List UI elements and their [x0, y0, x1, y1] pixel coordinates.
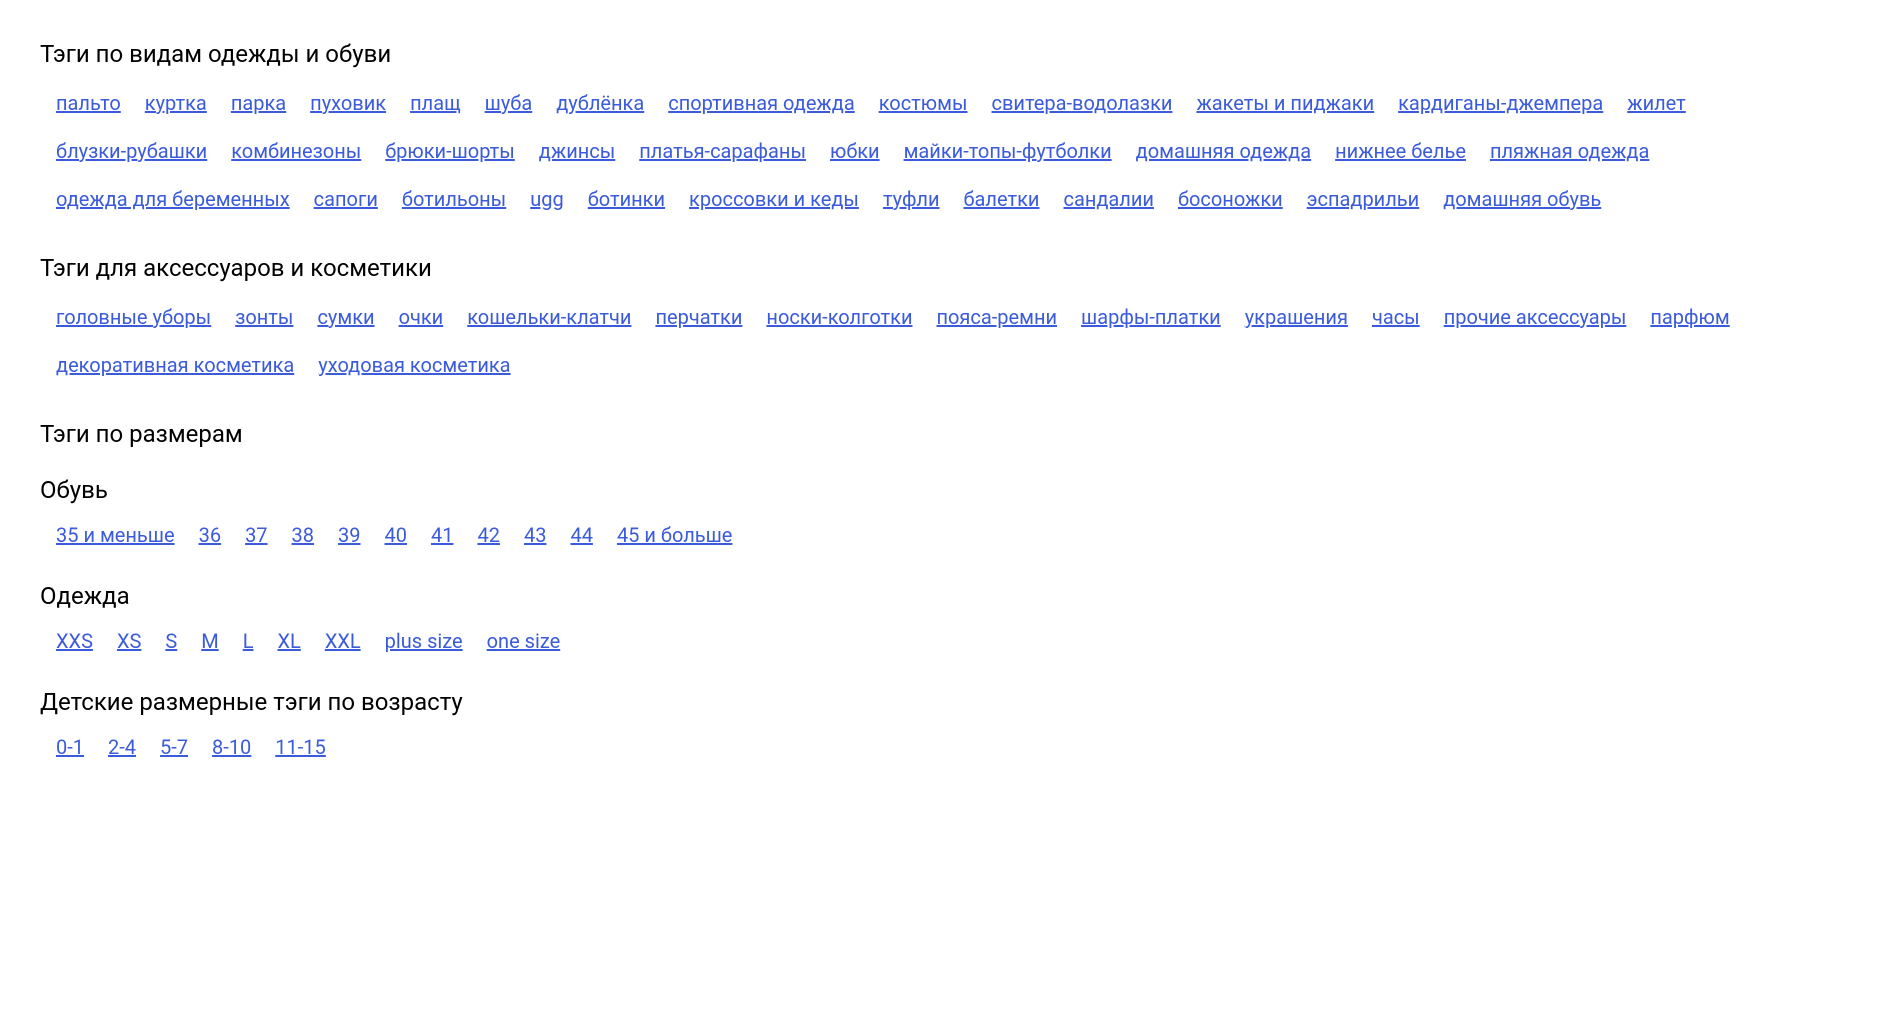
tag-link[interactable]: M	[201, 622, 218, 660]
tag-link[interactable]: парфюм	[1650, 298, 1729, 336]
tag-link[interactable]: уходовая косметика	[318, 346, 510, 384]
tag-link[interactable]: one size	[487, 622, 561, 660]
tag-link[interactable]: XL	[278, 622, 301, 660]
tag-link[interactable]: plus size	[385, 622, 463, 660]
tag-link[interactable]: кардиганы-джемпера	[1398, 84, 1603, 122]
heading-sizes: Тэги по размерам	[40, 420, 1850, 448]
tag-link[interactable]: жилет	[1627, 84, 1686, 122]
tag-link[interactable]: шуба	[485, 84, 533, 122]
tag-link[interactable]: 39	[338, 516, 360, 554]
tag-link[interactable]: шарфы-платки	[1081, 298, 1221, 336]
tag-link[interactable]: XXS	[56, 622, 93, 660]
tag-link[interactable]: кошельки-клатчи	[467, 298, 631, 336]
tag-list-clothing-shoes: пальто куртка парка пуховик плащ шуба дублёнка…	[40, 84, 1850, 218]
tag-link[interactable]: прочие аксессуары	[1444, 298, 1627, 336]
tag-link[interactable]: L	[243, 622, 254, 660]
tag-link[interactable]: плащ	[410, 84, 461, 122]
tag-list-shoes: 35 и меньше 36 37 38 39 40 41 42 43 44 45 и больше	[40, 516, 1850, 554]
tag-link[interactable]: 35 и меньше	[56, 516, 175, 554]
tag-link[interactable]: парка	[231, 84, 286, 122]
tag-link[interactable]: джинсы	[539, 132, 615, 170]
tag-link[interactable]: юбки	[830, 132, 880, 170]
subheading-clothing: Одежда	[40, 582, 1850, 610]
tag-link[interactable]: часы	[1372, 298, 1420, 336]
tag-link[interactable]: эспадрильи	[1307, 180, 1419, 218]
tag-link[interactable]: 2-4	[108, 728, 136, 766]
tag-link[interactable]: сапоги	[314, 180, 378, 218]
tag-link[interactable]: майки-топы-футболки	[904, 132, 1112, 170]
tag-link[interactable]: свитера-водолазки	[992, 84, 1173, 122]
tag-link[interactable]: комбинезоны	[231, 132, 361, 170]
tag-link[interactable]: кроссовки и кеды	[689, 180, 859, 218]
tag-link[interactable]: ботильоны	[402, 180, 506, 218]
tag-link[interactable]: 5-7	[160, 728, 188, 766]
tag-link[interactable]: головные уборы	[56, 298, 211, 336]
tag-link[interactable]: босоножки	[1178, 180, 1283, 218]
tag-link[interactable]: 44	[570, 516, 592, 554]
tag-link[interactable]: украшения	[1245, 298, 1348, 336]
tag-link[interactable]: носки-колготки	[766, 298, 912, 336]
tag-link[interactable]: сандалии	[1063, 180, 1153, 218]
tag-link[interactable]: костюмы	[879, 84, 968, 122]
tag-link[interactable]: S	[165, 622, 177, 660]
tag-link[interactable]: 41	[431, 516, 453, 554]
tag-link[interactable]: туфли	[883, 180, 940, 218]
tag-link[interactable]: 38	[292, 516, 314, 554]
tag-list-kids: 0-1 2-4 5-7 8-10 11-15	[40, 728, 1850, 766]
tag-link[interactable]: блузки-рубашки	[56, 132, 207, 170]
section-clothing-shoes: Тэги по видам одежды и обуви пальто куртк…	[40, 40, 1850, 218]
tag-link[interactable]: зонты	[235, 298, 293, 336]
tag-list-clothing: XXS XS SML XL XXL plus size one size	[40, 622, 1850, 660]
tag-list-accessories-cosmetics: головные уборы зонты сумки очки кошельки-кла…	[40, 298, 1850, 384]
tag-link[interactable]: платья-сарафаны	[639, 132, 806, 170]
tag-link[interactable]: 8-10	[212, 728, 251, 766]
tag-link[interactable]: жакеты и пиджаки	[1196, 84, 1374, 122]
tag-link[interactable]: пальто	[56, 84, 121, 122]
tag-link[interactable]: XS	[117, 622, 141, 660]
tag-link[interactable]: пляжная одежда	[1490, 132, 1649, 170]
tag-link[interactable]: 36	[199, 516, 221, 554]
tag-link[interactable]: домашняя обувь	[1443, 180, 1601, 218]
tag-link[interactable]: декоративная косметика	[56, 346, 294, 384]
subheading-kids: Детские размерные тэги по возрасту	[40, 688, 1850, 716]
tag-link[interactable]: 11-15	[275, 728, 326, 766]
heading-accessories-cosmetics: Тэги для аксессуаров и косметики	[40, 254, 1850, 282]
tag-link[interactable]: 0-1	[56, 728, 84, 766]
tag-link[interactable]: одежда для беременных	[56, 180, 290, 218]
tag-link[interactable]: домашняя одежда	[1136, 132, 1311, 170]
tag-link[interactable]: перчатки	[655, 298, 742, 336]
tag-link[interactable]: сумки	[317, 298, 374, 336]
tag-link[interactable]: XXL	[325, 622, 361, 660]
section-sizes: Тэги по размерам Обувь 35 и меньше 36 37 38…	[40, 420, 1850, 766]
tag-link[interactable]: пуховик	[310, 84, 386, 122]
tag-link[interactable]: 43	[524, 516, 546, 554]
subheading-shoes: Обувь	[40, 476, 1850, 504]
tag-link[interactable]: ботинки	[588, 180, 665, 218]
tag-link[interactable]: ugg	[530, 180, 564, 218]
section-accessories-cosmetics: Тэги для аксессуаров и косметики головны…	[40, 254, 1850, 384]
tag-link[interactable]: дублёнка	[556, 84, 644, 122]
tag-link[interactable]: спортивная одежда	[668, 84, 854, 122]
tag-link[interactable]: 37	[245, 516, 267, 554]
tag-link[interactable]: 40	[385, 516, 407, 554]
tag-link[interactable]: нижнее белье	[1335, 132, 1466, 170]
tag-link[interactable]: 45 и больше	[617, 516, 732, 554]
tag-link[interactable]: пояса-ремни	[936, 298, 1057, 336]
heading-clothing-shoes: Тэги по видам одежды и обуви	[40, 40, 1850, 68]
tag-link[interactable]: брюки-шорты	[385, 132, 515, 170]
tag-link[interactable]: очки	[399, 298, 444, 336]
tag-link[interactable]: балетки	[963, 180, 1039, 218]
tag-link[interactable]: куртка	[145, 84, 207, 122]
tag-link[interactable]: 42	[477, 516, 499, 554]
